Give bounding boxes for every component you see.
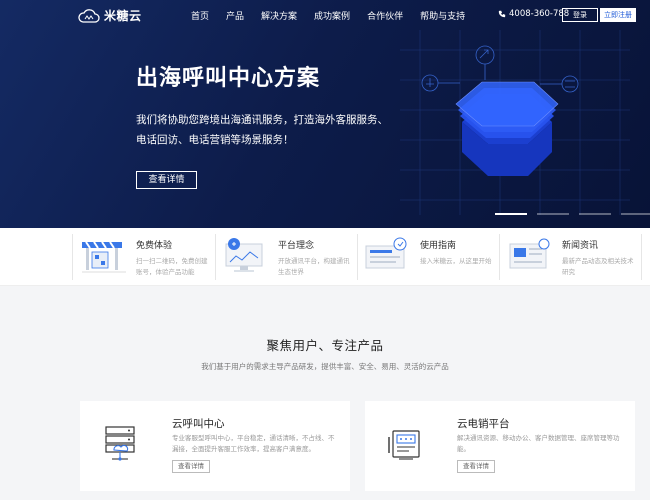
- hero-details-button[interactable]: 查看详情: [136, 171, 197, 189]
- feature-title: 新闻资讯: [562, 241, 599, 251]
- nav-item-solutions[interactable]: 解决方案: [261, 9, 297, 22]
- section-title: 聚焦用户、专注产品: [266, 338, 384, 353]
- card-desc: 解决通讯资源、移动办公、客户数据管理、座席管理等功能。: [457, 434, 620, 453]
- feature-desc: 扫一扫二维码，免费创建账号，体验产品功能: [136, 257, 208, 276]
- carousel-indicators: [495, 213, 650, 215]
- feature-user-guide[interactable]: 使用指南 接入米糖云，从这里开始: [362, 234, 504, 280]
- feature-news[interactable]: 新闻资讯 最新产品动态及相关技术研究: [504, 234, 646, 280]
- section-subtitle: 我们基于用户的需求主导产品研发，提供丰富、安全、易用、灵活的云产品: [201, 362, 449, 371]
- carousel-dot[interactable]: [537, 213, 569, 215]
- card-details-button[interactable]: 查看详情: [172, 460, 210, 473]
- phone-number: 4008-360-788: [509, 9, 570, 19]
- phone-terminal-icon: [388, 430, 420, 460]
- feature-title: 使用指南: [420, 241, 457, 251]
- card-title: 云电销平台: [457, 418, 510, 430]
- feature-strip: 免费体验 扫一扫二维码，免费创建账号，体验产品功能 平台理念 开放通讯平台，构建…: [0, 228, 650, 286]
- product-card-call-center[interactable]: 云呼叫中心 专业客服型呼叫中心，平台稳定，通话清晰，不占线、不漏接，全面提升客服…: [80, 401, 350, 491]
- feature-platform-concept[interactable]: 平台理念 开放通讯平台，构建通讯生态世界: [220, 234, 362, 280]
- phone-icon: [498, 10, 506, 18]
- server-cloud-icon: [105, 426, 135, 461]
- card-desc: 专业客服型呼叫中心，平台稳定，通话清晰，不占线、不漏接，全面提升客服工作效率，提…: [172, 434, 335, 453]
- nav-item-partners[interactable]: 合作伙伴: [367, 9, 403, 22]
- cloud-logo-icon: [78, 8, 100, 23]
- nav-item-home[interactable]: 首页: [191, 9, 209, 22]
- nav-item-support[interactable]: 帮助与支持: [420, 9, 465, 22]
- feature-desc: 接入米糖云，从这里开始: [420, 257, 492, 265]
- feature-free-trial[interactable]: 免费体验 扫一扫二维码，免费创建账号，体验产品功能: [78, 234, 220, 280]
- top-nav: 米糖云 首页 产品 解决方案 成功案例 合作伙伴 帮助与支持 4008-360-…: [0, 0, 650, 30]
- hero-banner: 米糖云 首页 产品 解决方案 成功案例 合作伙伴 帮助与支持 4008-360-…: [0, 0, 650, 228]
- card-title: 云呼叫中心: [172, 418, 225, 430]
- product-card-telesales[interactable]: 云电销平台 解决通讯资源、移动办公、客户数据管理、座席管理等功能。 查看详情: [365, 401, 635, 491]
- feature-desc: 最新产品动态及相关技术研究: [562, 257, 634, 276]
- login-button[interactable]: 登录: [562, 8, 598, 22]
- carousel-dot[interactable]: [621, 213, 650, 215]
- hero-title: 出海呼叫中心方案: [136, 66, 321, 91]
- nav-item-cases[interactable]: 成功案例: [314, 9, 350, 22]
- feature-desc: 开放通讯平台，构建通讯生态世界: [278, 257, 350, 276]
- feature-title: 免费体验: [136, 241, 173, 251]
- logo[interactable]: 米糖云: [78, 7, 142, 24]
- carousel-dot[interactable]: [495, 213, 527, 215]
- guide-icon: [365, 237, 407, 269]
- nav-item-products[interactable]: 产品: [226, 9, 244, 22]
- contact-phone: 4008-360-788: [498, 9, 569, 19]
- nav-menu: 首页 产品 解决方案 成功案例 合作伙伴 帮助与支持: [191, 9, 482, 22]
- register-button[interactable]: 立即注册: [600, 8, 636, 22]
- carousel-dot[interactable]: [579, 213, 611, 215]
- hero-illustration: [400, 30, 630, 215]
- card-details-button[interactable]: 查看详情: [457, 460, 495, 473]
- brand-name: 米糖云: [104, 9, 142, 23]
- barrier-icon: [82, 241, 126, 273]
- monitor-bulb-icon: [225, 238, 263, 272]
- feature-title: 平台理念: [278, 241, 315, 251]
- news-icon: [509, 238, 550, 269]
- hero-description: 我们将协助您跨境出海通讯服务，打造海外客服服务、电话回访、电话营销等场景服务！: [136, 114, 388, 146]
